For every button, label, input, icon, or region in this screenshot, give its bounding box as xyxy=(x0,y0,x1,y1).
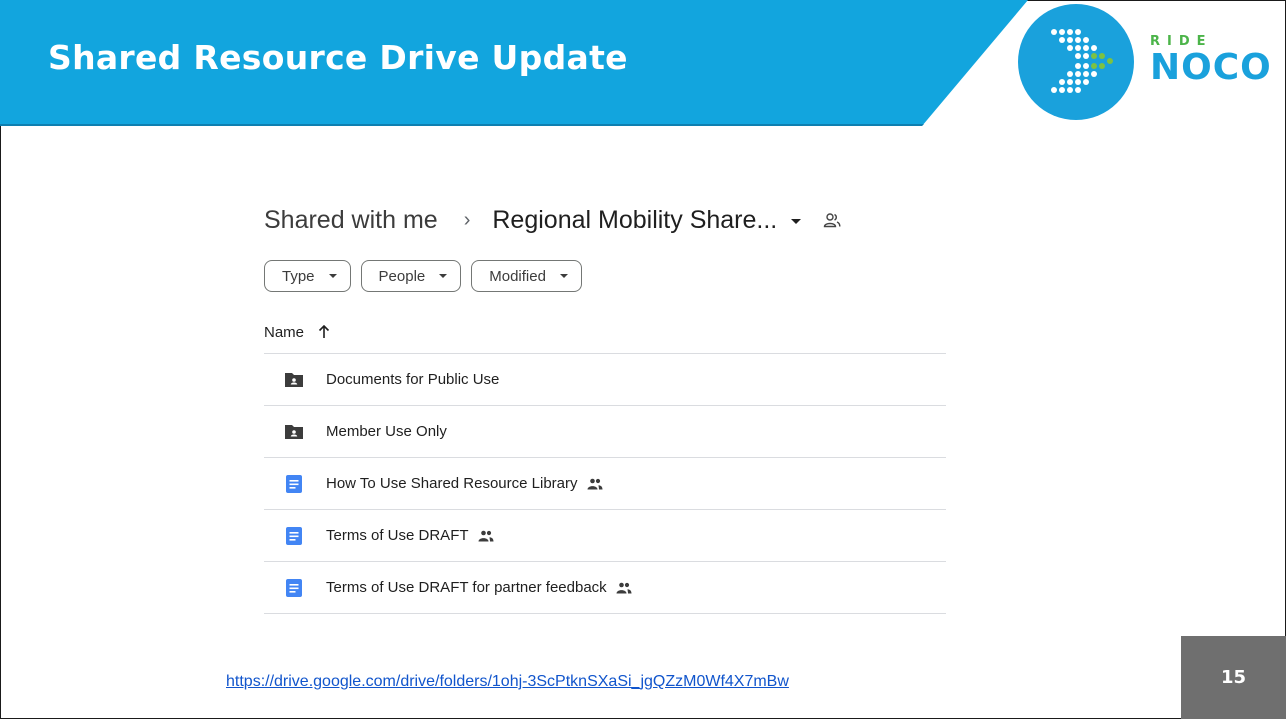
shared-folder-icon xyxy=(285,424,303,439)
file-name[interactable]: Member Use Only xyxy=(326,423,447,440)
brand-noco-text: NOCO xyxy=(1150,47,1272,88)
filter-type-label: Type xyxy=(282,267,315,285)
shared-people-icon xyxy=(616,582,632,593)
google-doc-icon xyxy=(286,526,302,545)
sort-ascending-arrow-icon[interactable] xyxy=(318,325,330,339)
breadcrumb: Shared with me › Regional Mobility Share… xyxy=(264,200,946,240)
folder-menu-dropdown-icon[interactable] xyxy=(791,218,802,224)
shared-people-icon xyxy=(478,530,494,541)
page-number: 15 xyxy=(1220,667,1247,688)
file-row[interactable]: Member Use Only xyxy=(264,406,946,458)
shared-people-icon xyxy=(587,478,603,489)
file-row[interactable]: Terms of Use DRAFT for partner feedback xyxy=(264,562,946,614)
file-name[interactable]: Terms of Use DRAFT for partner feedback xyxy=(326,579,607,596)
filter-modified-label: Modified xyxy=(489,267,546,285)
brand-wordmark: RIDE NOCO xyxy=(1150,34,1272,88)
file-name[interactable]: How To Use Shared Resource Library xyxy=(326,475,578,492)
breadcrumb-separator: › xyxy=(463,208,471,231)
chevron-down-icon xyxy=(439,274,448,278)
name-column-label: Name xyxy=(264,323,305,341)
google-doc-icon xyxy=(286,578,302,597)
shared-folder-icon xyxy=(285,372,303,387)
chevron-down-icon xyxy=(328,274,337,278)
file-name[interactable]: Terms of Use DRAFT xyxy=(326,527,469,544)
breadcrumb-current-folder[interactable]: Regional Mobility Share... xyxy=(492,206,777,235)
slide-title: Shared Resource Drive Update xyxy=(48,38,628,77)
chevron-down-icon xyxy=(559,274,568,278)
shared-people-outline-icon xyxy=(824,213,841,228)
breadcrumb-shared-with-me[interactable]: Shared with me xyxy=(264,206,438,235)
filter-people-label: People xyxy=(378,267,426,285)
filter-people-chip[interactable]: People xyxy=(360,260,462,292)
google-doc-icon xyxy=(286,474,302,493)
drive-folder-link[interactable]: https://drive.google.com/drive/folders/1… xyxy=(226,673,789,691)
file-name[interactable]: Documents for Public Use xyxy=(326,371,499,388)
drive-screenshot: Shared with me › Regional Mobility Share… xyxy=(264,200,946,614)
file-list: Documents for Public Use Member Use Only… xyxy=(264,353,946,614)
file-row[interactable]: Terms of Use DRAFT xyxy=(264,510,946,562)
filter-type-chip[interactable]: Type xyxy=(264,260,351,292)
file-row[interactable]: How To Use Shared Resource Library xyxy=(264,458,946,510)
filter-chips: Type People Modified xyxy=(264,260,946,292)
file-row[interactable]: Documents for Public Use xyxy=(264,354,946,406)
filter-modified-chip[interactable]: Modified xyxy=(471,260,582,292)
page-number-box: 15 xyxy=(1181,636,1286,719)
name-column-header[interactable]: Name xyxy=(264,317,946,347)
title-bar: Shared Resource Drive Update xyxy=(0,0,1028,126)
ride-noco-logo-icon xyxy=(1018,4,1134,120)
